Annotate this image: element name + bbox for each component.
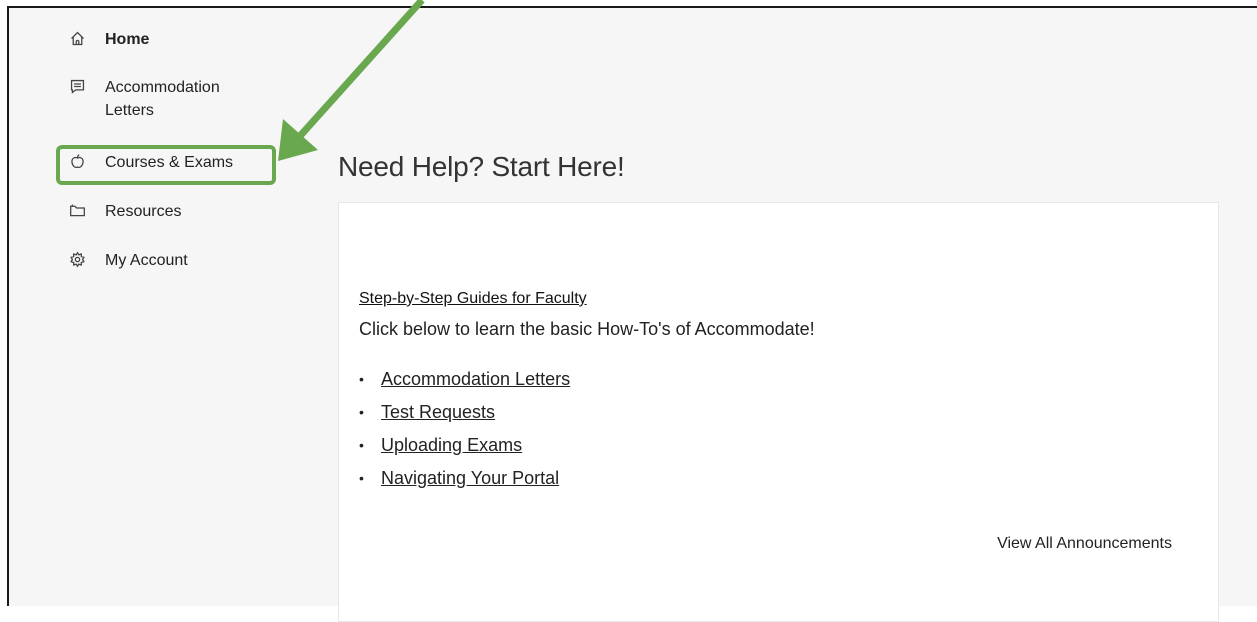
home-icon	[67, 28, 87, 48]
sidebar-item-home[interactable]: Home	[67, 28, 149, 51]
guides-description: Click below to learn the basic How-To's …	[359, 319, 815, 339]
link-accommodation-letters[interactable]: Accommodation Letters	[381, 363, 570, 396]
sidebar-item-label: Home	[105, 31, 150, 48]
bullet-icon: •	[359, 437, 364, 453]
guide-links: • Accommodation Letters • Test Requests • U…	[359, 363, 570, 495]
list-item: • Test Requests	[359, 396, 570, 429]
link-test-requests[interactable]: Test Requests	[381, 396, 495, 429]
guides-title-link[interactable]: Step-by-Step Guides for Faculty	[359, 290, 587, 308]
bullet-icon: •	[359, 470, 364, 486]
list-item: • Navigating Your Portal	[359, 462, 570, 495]
app-frame: Home Accommodation Letters Courses & Exa…	[7, 6, 1257, 622]
sidebar-item-label: Resources	[105, 203, 182, 220]
sidebar-item-label: Accommodation Letters	[105, 79, 220, 119]
link-uploading-exams[interactable]: Uploading Exams	[381, 429, 522, 462]
gear-icon	[67, 249, 87, 269]
help-card: Step-by-Step Guides for Faculty Click be…	[338, 202, 1219, 622]
bullet-icon: •	[359, 404, 364, 420]
sidebar-item-label: My Account	[105, 252, 188, 269]
highlight-box	[56, 145, 276, 185]
folder-icon	[67, 200, 87, 220]
page-title: Need Help? Start Here!	[338, 151, 625, 182]
bullet-icon: •	[359, 371, 364, 387]
link-navigating-portal[interactable]: Navigating Your Portal	[381, 462, 559, 495]
sidebar-item-my-account[interactable]: My Account	[67, 249, 188, 272]
sidebar: Home Accommodation Letters Courses & Exa…	[9, 8, 309, 608]
list-item: • Uploading Exams	[359, 429, 570, 462]
sidebar-item-resources[interactable]: Resources	[67, 200, 181, 223]
sidebar-item-accommodation-letters[interactable]: Accommodation Letters	[67, 76, 265, 122]
view-all-announcements-link[interactable]: View All Announcements	[997, 535, 1172, 553]
list-item: • Accommodation Letters	[359, 363, 570, 396]
chat-list-icon	[67, 76, 87, 96]
